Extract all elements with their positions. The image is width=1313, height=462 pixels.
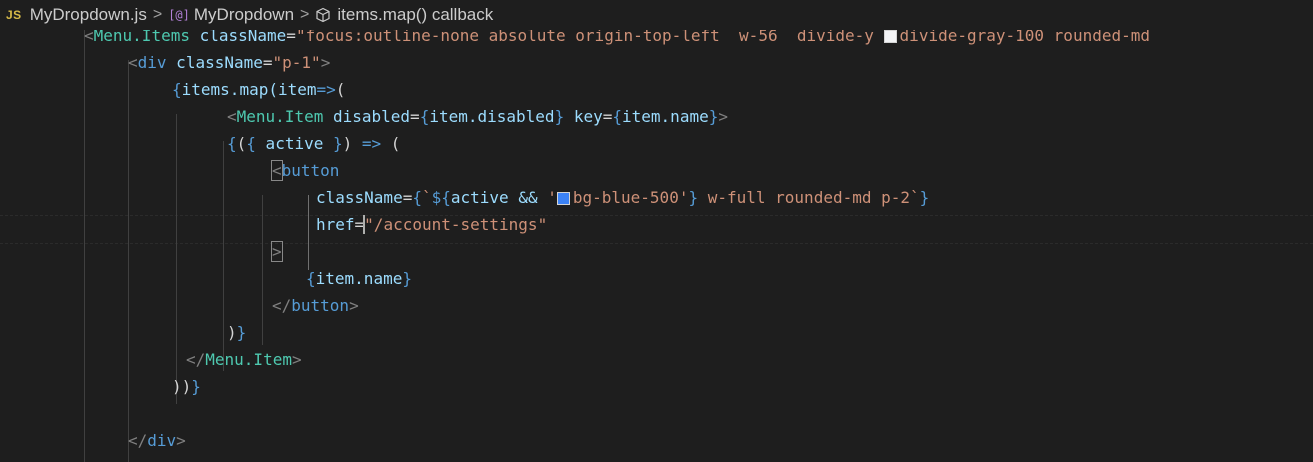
code-line-8[interactable]: href="/account-settings" [316,211,547,238]
code-line-2[interactable]: <div className="p-1"> [128,49,330,76]
chevron-right-icon: > [152,6,163,23]
code-line-12[interactable]: )} [227,319,246,346]
indent-guide [84,30,85,462]
code-line-3[interactable]: {items.map(item=>( [172,76,345,103]
code-editor[interactable]: <Menu.Items className="focus:outline-non… [0,30,1313,462]
code-line-13[interactable]: </Menu.Item> [186,346,302,373]
indent-guide [176,114,177,404]
indent-guide-active [308,195,309,270]
color-swatch[interactable] [883,30,897,43]
code-line-4[interactable]: <Menu.Item disabled={item.disabled} key=… [227,103,728,130]
code-line-11[interactable]: </button> [272,292,359,319]
code-line-7[interactable]: className={`${active && ' bg-blue-500'} w… [316,184,929,211]
bracket-match-highlight: < [271,160,283,181]
method-cube-icon [315,7,331,23]
breadcrumb-symbol-label: MyDropdown [193,5,295,24]
bracket-match-highlight: > [271,241,283,262]
code-line-6[interactable]: <button [271,157,339,184]
code-line-9[interactable]: > [271,238,283,265]
breadcrumb: JS MyDropdown.js > [@] MyDropdown > item… [0,0,1313,30]
indent-guide [223,141,224,371]
code-line-14[interactable]: ))} [172,373,201,400]
breadcrumb-file[interactable]: JS MyDropdown.js [6,5,147,25]
breadcrumb-callback-label: items.map() callback [337,5,494,24]
breadcrumb-callback[interactable]: items.map() callback [315,5,493,25]
color-swatch[interactable] [556,192,570,205]
code-line-16[interactable]: </div> [128,427,186,454]
code-line-10[interactable]: {item.name} [306,265,412,292]
current-line-highlight [0,215,1313,244]
indent-guide [128,60,129,462]
indent-guide [262,195,263,345]
chevron-right-icon: > [300,6,310,23]
code-line-1[interactable]: <Menu.Items className="focus:outline-non… [84,30,1150,49]
breadcrumb-symbol[interactable]: [@] MyDropdown [168,5,294,25]
breadcrumb-file-label: MyDropdown.js [29,5,147,24]
variable-symbol-icon: [@] [168,8,190,22]
javascript-file-icon: JS [6,8,22,22]
code-line-5[interactable]: {({ active }) => ( [227,130,400,157]
